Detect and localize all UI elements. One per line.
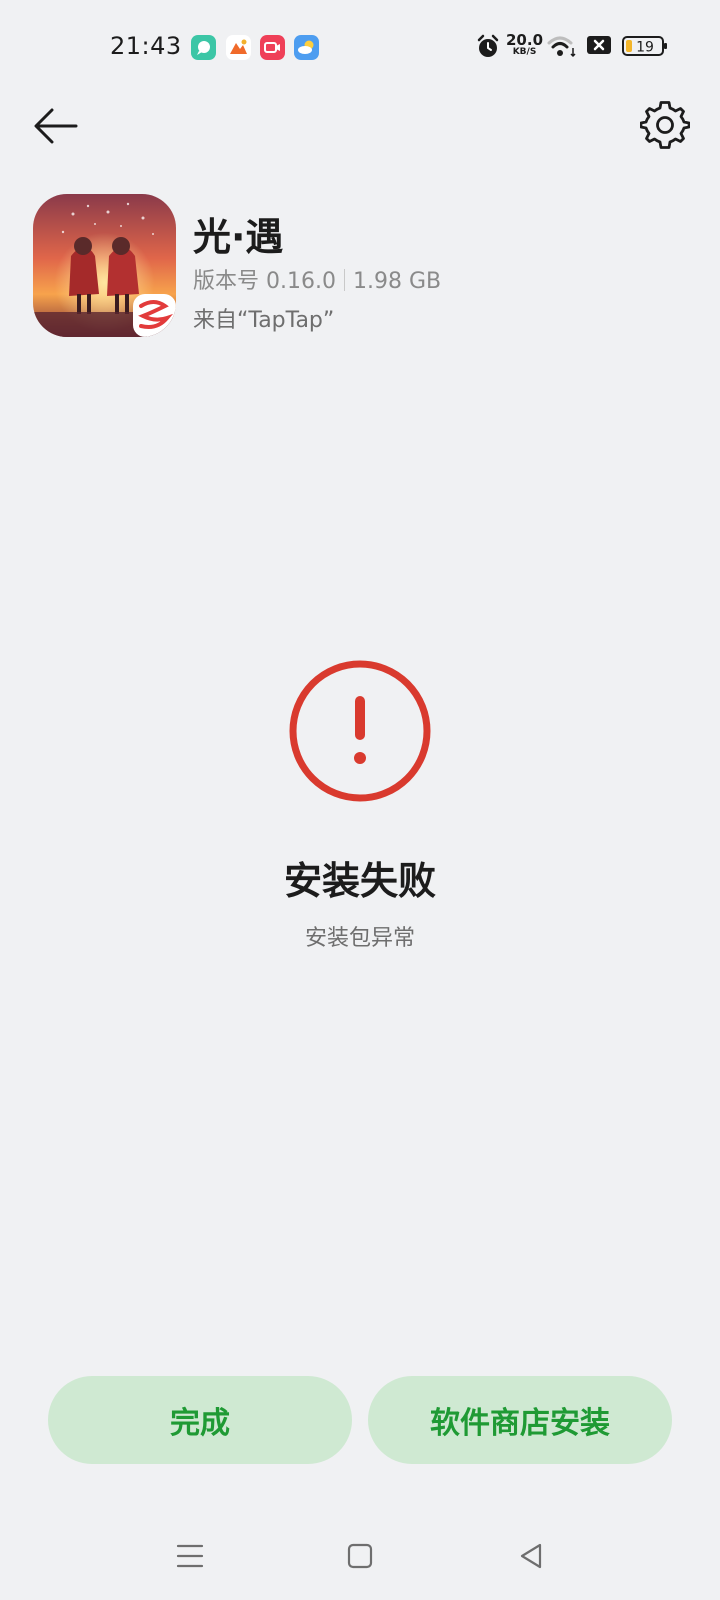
store-install-button[interactable]: 软件商店安装 bbox=[368, 1376, 672, 1464]
app-version: 版本号 0.16.0 bbox=[193, 269, 336, 294]
navigation-bar bbox=[0, 1530, 720, 1580]
back-triangle-icon[interactable] bbox=[514, 1538, 550, 1574]
weather-icon bbox=[294, 35, 319, 60]
app-icon bbox=[33, 194, 176, 337]
exclamation-circle-icon bbox=[287, 658, 433, 804]
app-size: 1.98 GB bbox=[352, 269, 442, 294]
wifi-icon bbox=[547, 36, 576, 58]
settings-button[interactable] bbox=[639, 100, 691, 150]
meta-divider bbox=[343, 269, 345, 291]
done-button[interactable]: 完成 bbox=[48, 1376, 352, 1464]
app-source: 来自“TapTap” bbox=[193, 308, 335, 333]
status-bar: 21:43 20.0 KB/S 19 bbox=[0, 0, 720, 96]
battery-level: 19 bbox=[636, 40, 654, 56]
gear-icon bbox=[639, 101, 691, 149]
back-button[interactable] bbox=[30, 100, 84, 152]
app-meta: 版本号 0.16.0 1.98 GB bbox=[193, 263, 441, 295]
alarm-icon bbox=[477, 34, 499, 57]
network-speed: 20.0 KB/S bbox=[506, 33, 543, 58]
menu-icon[interactable] bbox=[172, 1538, 208, 1574]
arrow-left-icon bbox=[34, 108, 78, 144]
battery-icon: 19 bbox=[622, 36, 667, 56]
video-recorder-icon bbox=[260, 35, 285, 60]
result-subtitle: 安装包异常 bbox=[304, 926, 415, 951]
chat-bubble-icon bbox=[191, 35, 216, 60]
photo-gallery-icon bbox=[226, 35, 251, 60]
result-title: 安装失败 bbox=[283, 859, 436, 903]
sim-off-icon bbox=[587, 36, 611, 54]
status-time: 21:43 bbox=[110, 32, 182, 60]
app-name: 光·遇 bbox=[193, 215, 284, 259]
home-icon[interactable] bbox=[342, 1538, 378, 1574]
